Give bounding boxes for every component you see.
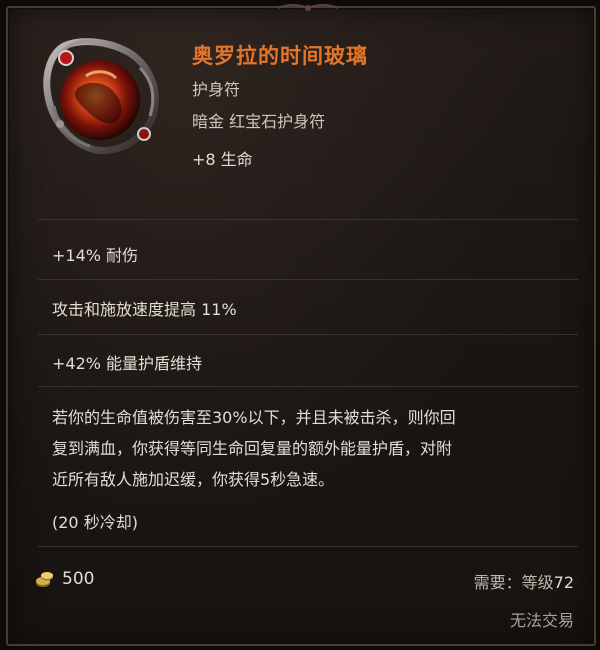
cooldown-text: (20 秒冷却) bbox=[52, 513, 138, 532]
divider bbox=[38, 546, 578, 547]
requirement-value: 72 bbox=[553, 573, 574, 592]
price: 500 bbox=[34, 568, 94, 590]
description-line: 近所有敌人施加迟缓，你获得5秒急速。 bbox=[52, 470, 335, 489]
item-name: 奥罗拉的时间玻璃 bbox=[192, 44, 368, 68]
explicit-mod: 攻击和施放速度提高 11% bbox=[52, 300, 237, 319]
item-rarity-type: 暗金 红宝石护身符 bbox=[192, 112, 326, 131]
description-line: 若你的生命值被伤害至30%以下，并且未被击杀，则你回 bbox=[52, 408, 456, 427]
explicit-mod: +14% 耐伤 bbox=[52, 246, 139, 265]
divider bbox=[38, 334, 578, 335]
tradable-status: 无法交易 bbox=[509, 611, 574, 630]
level-requirement: 需要：等级72 bbox=[474, 569, 574, 593]
gold-coin-icon bbox=[36, 572, 53, 587]
item-tooltip: 奥罗拉的时间玻璃 护身符 暗金 红宝石护身符 +8 生命 +14% 耐伤 攻击和… bbox=[6, 4, 596, 646]
description-line: 复到满血，你获得等同生命回复量的额外能量护盾，对附 bbox=[52, 439, 453, 458]
ruby-amulet-icon[interactable] bbox=[30, 24, 170, 164]
divider bbox=[38, 386, 578, 387]
implicit-mod: +8 生命 bbox=[192, 150, 253, 169]
divider bbox=[38, 279, 578, 280]
unique-description: 若你的生命值被伤害至30%以下，并且未被击杀，则你回 复到满血，你获得等同生命回… bbox=[52, 402, 582, 495]
ornament-icon bbox=[278, 4, 338, 11]
item-base-type: 护身符 bbox=[192, 80, 241, 99]
requirement-label: 需要：等级 bbox=[473, 573, 554, 592]
item-header: 奥罗拉的时间玻璃 护身符 暗金 红宝石护身符 +8 生命 bbox=[192, 40, 368, 170]
divider bbox=[38, 219, 578, 220]
explicit-mod: +42% 能量护盾维持 bbox=[52, 354, 203, 373]
price-value: 500 bbox=[62, 569, 95, 589]
